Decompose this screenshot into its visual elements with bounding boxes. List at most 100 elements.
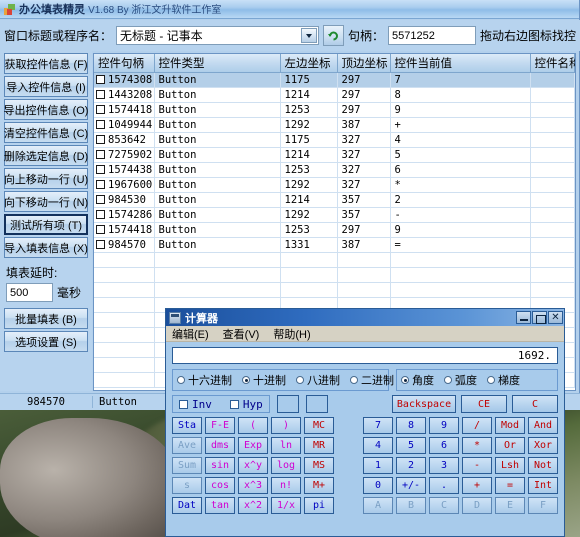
table-row[interactable]: 1574438 Button 1253 327 6 [94, 162, 575, 178]
calc-key-E[interactable]: E [495, 497, 525, 514]
calc-key-_[interactable]: - [462, 457, 492, 474]
column-header-3[interactable]: 顶边坐标 [337, 54, 391, 73]
calc-key-Mod[interactable]: Mod [495, 417, 525, 434]
calc-key-3[interactable]: 3 [429, 457, 459, 474]
calc-key-pi[interactable]: pi [304, 497, 334, 514]
calc-key-Sta[interactable]: Sta [172, 417, 202, 434]
calc-button-ce[interactable]: CE [461, 395, 507, 413]
calc-key-Xor[interactable]: Xor [528, 437, 558, 454]
row-checkbox[interactable] [96, 195, 105, 204]
table-empty-row[interactable] [94, 252, 575, 268]
calc-key-dms[interactable]: dms [205, 437, 235, 454]
calc-key-0[interactable]: 0 [363, 477, 393, 494]
sidebar-button-1[interactable]: 导入控件信息 (I) [4, 76, 88, 97]
calc-key-_[interactable]: / [462, 417, 492, 434]
sidebar-button-3[interactable]: 清空控件信息 (C) [4, 122, 88, 143]
table-row[interactable]: 853642 Button 1175 327 4 [94, 132, 575, 148]
calc-key-F[interactable]: F [528, 497, 558, 514]
calc-key-_[interactable]: = [495, 477, 525, 494]
calc-key-_[interactable]: . [429, 477, 459, 494]
app-titlebar[interactable]: 办公填表精灵 V1.68 By 浙江文升软件工作室 [0, 0, 579, 19]
row-checkbox[interactable] [96, 105, 105, 114]
calc-key-7[interactable]: 7 [363, 417, 393, 434]
calc-key-MS[interactable]: MS [304, 457, 334, 474]
table-row[interactable]: 1574418 Button 1253 297 9 [94, 222, 575, 238]
calc-key-x_3[interactable]: x^3 [238, 477, 268, 494]
calc-key-4[interactable]: 4 [363, 437, 393, 454]
table-row[interactable]: 1049944 Button 1292 387 + [94, 117, 575, 133]
calc-key-log[interactable]: log [271, 457, 301, 474]
refresh-button[interactable] [322, 25, 344, 46]
row-checkbox[interactable] [96, 150, 105, 159]
calc-key-D[interactable]: D [462, 497, 492, 514]
table-row[interactable]: 1443208 Button 1214 297 8 [94, 87, 575, 103]
row-checkbox[interactable] [96, 180, 105, 189]
column-header-2[interactable]: 左边坐标 [280, 54, 338, 73]
row-checkbox[interactable] [96, 240, 105, 249]
calc-key-M_[interactable]: M+ [304, 477, 334, 494]
row-checkbox[interactable] [96, 225, 105, 234]
calc-key-___[interactable]: +/- [396, 477, 426, 494]
calc-key-s[interactable]: s [172, 477, 202, 494]
sidebar-bottom-button-1[interactable]: 选项设置 (S) [4, 331, 88, 352]
calc-key-Dat[interactable]: Dat [172, 497, 202, 514]
row-checkbox[interactable] [96, 165, 105, 174]
table-row[interactable]: 7275902 Button 1214 327 5 [94, 147, 575, 163]
minimize-button[interactable] [516, 311, 531, 324]
calc-key-_[interactable]: ( [238, 417, 268, 434]
calc-key-F_E[interactable]: F-E [205, 417, 235, 434]
calc-key-sin[interactable]: sin [205, 457, 235, 474]
calc-key-tan[interactable]: tan [205, 497, 235, 514]
angle-radio-2[interactable]: 梯度 [487, 372, 520, 388]
calc-key-Sum[interactable]: Sum [172, 457, 202, 474]
calc-key-6[interactable]: 6 [429, 437, 459, 454]
menu-item-1[interactable]: 查看(V) [223, 326, 260, 342]
table-row[interactable]: 1574418 Button 1253 297 9 [94, 102, 575, 118]
calc-key-5[interactable]: 5 [396, 437, 426, 454]
calculator-titlebar[interactable]: 计算器 ✕ [166, 309, 564, 326]
sidebar-bottom-button-0[interactable]: 批量填表 (B) [4, 308, 88, 329]
row-checkbox[interactable] [96, 120, 105, 129]
row-checkbox[interactable] [96, 210, 105, 219]
sidebar-button-8[interactable]: 导入填表信息 (X) [4, 237, 88, 258]
sidebar-button-5[interactable]: 向上移动一行 (U) [4, 168, 88, 189]
menu-item-0[interactable]: 编辑(E) [172, 326, 209, 342]
calc-key-_[interactable]: ) [271, 417, 301, 434]
calc-key-x_2[interactable]: x^2 [238, 497, 268, 514]
angle-radio-1[interactable]: 弧度 [444, 372, 477, 388]
sidebar-button-0[interactable]: 获取控件信息 (F) [4, 53, 88, 74]
calc-key-Lsh[interactable]: Lsh [495, 457, 525, 474]
base-radio-3[interactable]: 二进制 [350, 372, 394, 388]
column-header-0[interactable]: 控件句柄 [94, 54, 155, 73]
handle-input[interactable]: 5571252 [387, 26, 476, 45]
sidebar-button-2[interactable]: 导出控件信息 (O) [4, 99, 88, 120]
calc-key-Ave[interactable]: Ave [172, 437, 202, 454]
calc-key-x_y[interactable]: x^y [238, 457, 268, 474]
calc-key-MC[interactable]: MC [304, 417, 334, 434]
checkbox-inv[interactable]: Inv [179, 398, 212, 411]
delay-input[interactable]: 500 [6, 283, 53, 302]
calc-key-n_[interactable]: n! [271, 477, 301, 494]
calc-button-backspace[interactable]: Backspace [392, 395, 456, 413]
column-header-1[interactable]: 控件类型 [154, 54, 281, 73]
chevron-down-icon[interactable] [300, 28, 317, 43]
calc-key-2[interactable]: 2 [396, 457, 426, 474]
calc-key-8[interactable]: 8 [396, 417, 426, 434]
table-row[interactable]: 1574286 Button 1292 357- [94, 207, 575, 223]
calc-key-Int[interactable]: Int [528, 477, 558, 494]
base-radio-2[interactable]: 八进制 [296, 372, 340, 388]
table-row[interactable]: 1574308 Button 1175 297 7 [94, 72, 575, 88]
row-checkbox[interactable] [96, 135, 105, 144]
calc-button-c[interactable]: C [512, 395, 558, 413]
calc-key-9[interactable]: 9 [429, 417, 459, 434]
sidebar-button-6[interactable]: 向下移动一行 (N) [4, 191, 88, 212]
calc-key-B[interactable]: B [396, 497, 426, 514]
calc-key-_[interactable]: + [462, 477, 492, 494]
window-title-combo[interactable]: 无标题 - 记事本 [116, 26, 319, 45]
calc-key-A[interactable]: A [363, 497, 393, 514]
maximize-button[interactable] [532, 311, 547, 324]
calc-key-MR[interactable]: MR [304, 437, 334, 454]
calc-key-C[interactable]: C [429, 497, 459, 514]
calc-key-cos[interactable]: cos [205, 477, 235, 494]
row-checkbox[interactable] [96, 75, 105, 84]
